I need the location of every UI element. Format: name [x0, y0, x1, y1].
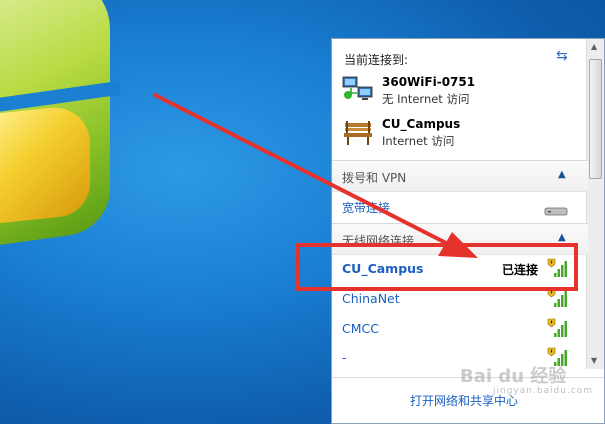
highlight-box: [296, 243, 578, 291]
annotation-arrow: [153, 93, 478, 258]
